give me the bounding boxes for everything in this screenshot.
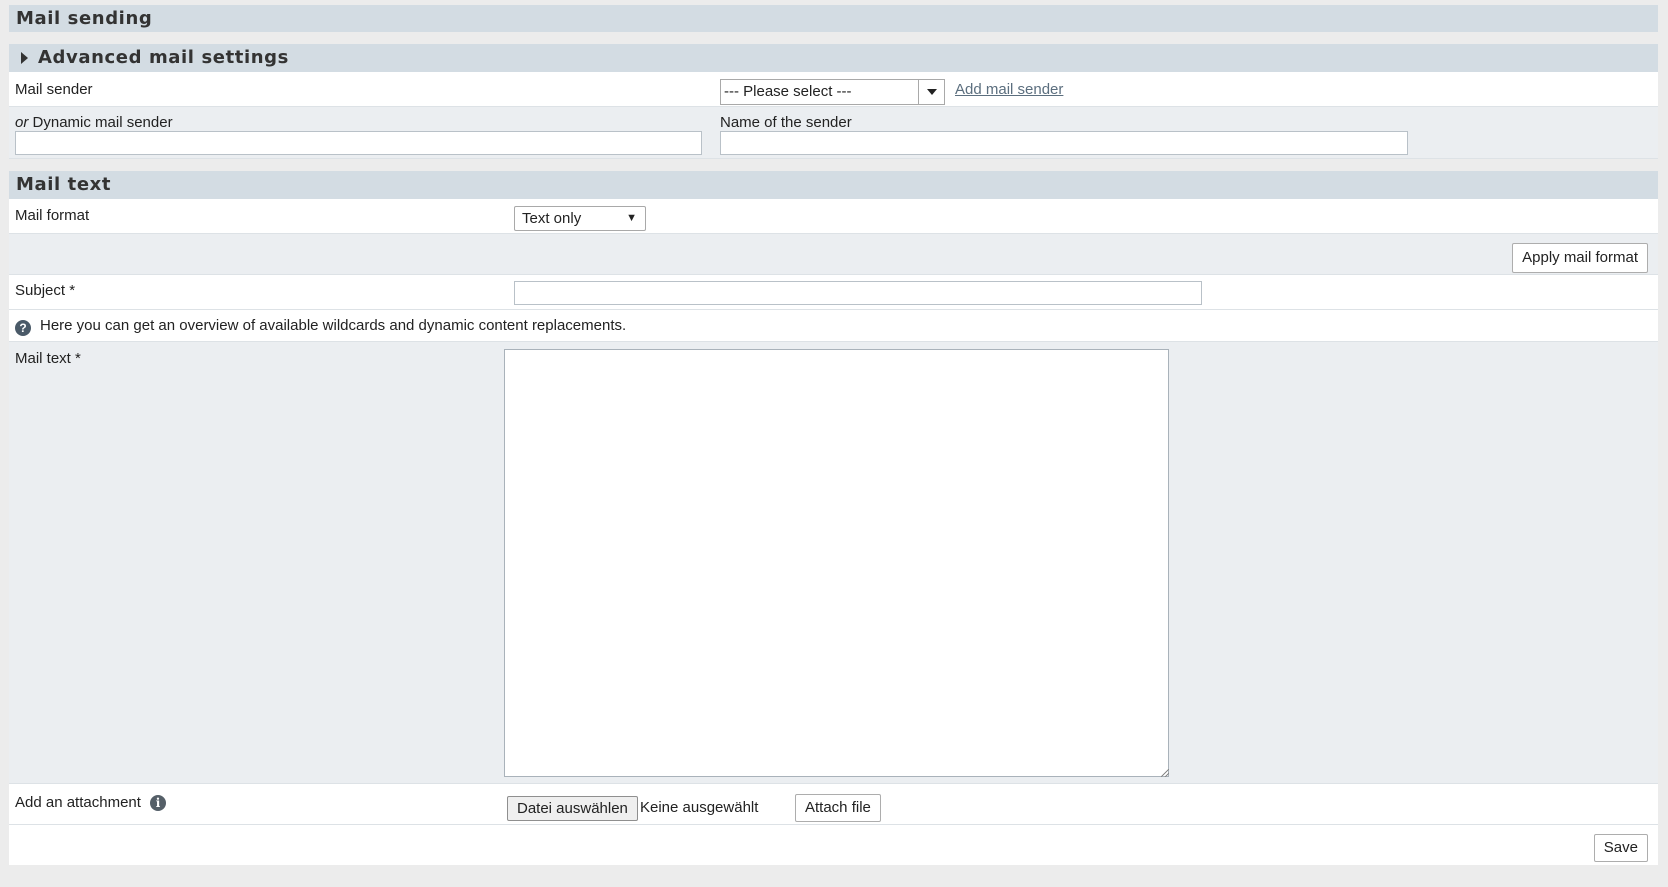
mail-format-value: Text only (522, 210, 582, 227)
mail-format-label: Mail format (15, 207, 90, 224)
dynamic-sender-label-text: Dynamic mail sender (32, 114, 173, 131)
section-header-mail-text: Mail text (9, 171, 1658, 199)
help-text: Here you can get an overview of availabl… (40, 317, 627, 334)
mail-text-label: Mail text * (15, 350, 81, 367)
mail-sender-label: Mail sender (15, 81, 93, 98)
subject-label: Subject * (15, 282, 76, 299)
dynamic-sender-or: or (15, 114, 29, 131)
resize-grip-icon[interactable] (1161, 769, 1169, 777)
apply-format-row: Apply mail format (9, 234, 1658, 275)
attachment-row: Add an attachment i Datei auswählen Kein… (9, 784, 1658, 825)
attach-file-button[interactable]: Attach file (795, 794, 881, 822)
section-header-mail-sending: Mail sending (9, 5, 1658, 32)
dynamic-sender-input[interactable] (15, 131, 702, 155)
attachment-label: Add an attachment (15, 794, 141, 811)
dynamic-sender-label: or Dynamic mail sender (15, 114, 173, 131)
advanced-settings-toggle[interactable]: Advanced mail settings (9, 44, 1658, 72)
question-circle-icon[interactable]: ? (15, 320, 31, 336)
mail-sender-select[interactable]: --- Please select --- (720, 79, 945, 105)
mail-format-select[interactable]: Text only ▼ (514, 206, 646, 231)
subject-input[interactable] (514, 281, 1202, 305)
subject-row: Subject * (9, 275, 1658, 310)
mail-sender-row: Mail sender --- Please select --- Add ma… (9, 72, 1658, 107)
dropdown-arrow-icon[interactable] (918, 80, 944, 104)
dynamic-sender-row: or Dynamic mail sender Name of the sende… (9, 107, 1658, 159)
mail-format-row: Mail format Text only ▼ (9, 199, 1658, 234)
advanced-settings-title: Advanced mail settings (38, 47, 289, 68)
choose-file-button[interactable]: Datei auswählen (507, 796, 638, 821)
add-mail-sender-link[interactable]: Add mail sender (955, 81, 1063, 98)
expand-triangle-icon (21, 52, 28, 64)
dropdown-arrow-icon: ▼ (626, 212, 637, 224)
mail-text-row: Mail text * (9, 342, 1658, 784)
mail-text-textarea[interactable] (504, 349, 1169, 777)
mail-sender-select-value: --- Please select --- (724, 83, 852, 100)
info-circle-icon[interactable]: i (150, 795, 166, 811)
no-file-selected-text: Keine ausgewählt (640, 799, 759, 816)
sender-name-label: Name of the sender (720, 114, 852, 131)
mail-form: Mail sending Advanced mail settings Mail… (9, 5, 1658, 865)
save-button[interactable]: Save (1593, 834, 1648, 862)
sender-name-input[interactable] (720, 131, 1408, 155)
footer-row: Save (9, 825, 1658, 865)
help-row: ? Here you can get an overview of availa… (9, 310, 1658, 342)
apply-mail-format-button[interactable]: Apply mail format (1512, 243, 1648, 273)
